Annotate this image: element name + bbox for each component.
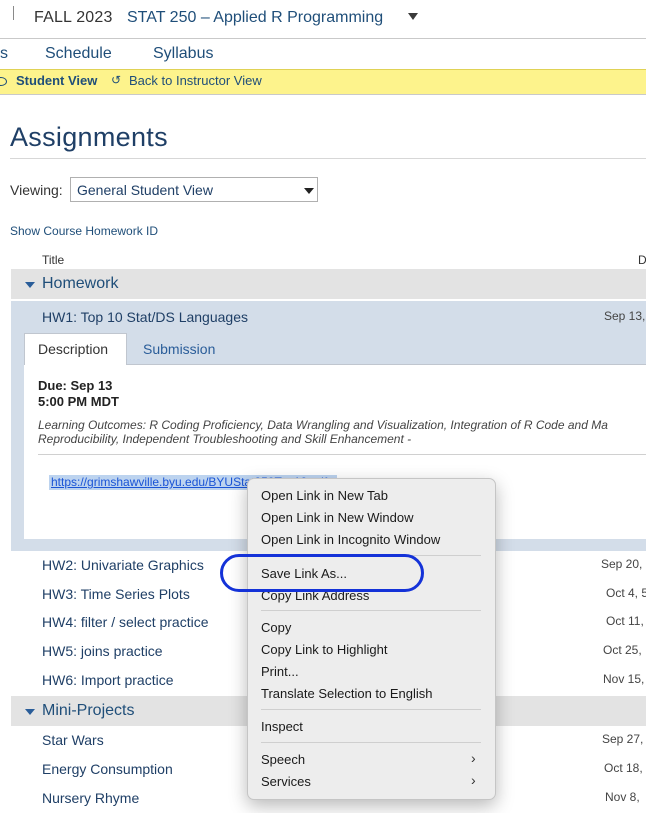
- caret-down-icon[interactable]: [25, 282, 35, 288]
- chevron-down-icon[interactable]: [304, 188, 314, 194]
- term-label: FALL 2023: [34, 9, 113, 26]
- menu-item-open-new-window[interactable]: Open Link in New Window: [261, 510, 413, 525]
- description-rule: [38, 454, 646, 455]
- assignment-date: Sep 27,: [602, 732, 644, 746]
- due-time: 5:00 PM MDT: [38, 394, 119, 409]
- menu-item-copy[interactable]: Copy: [261, 620, 291, 635]
- assignment-title[interactable]: Energy Consumption: [42, 761, 173, 777]
- assignment-date: Oct 11, 5: [606, 614, 646, 628]
- assignment-title[interactable]: Star Wars: [42, 732, 104, 748]
- viewing-select-value[interactable]: General Student View: [77, 182, 213, 198]
- assignment-title[interactable]: Nursery Rhyme: [42, 790, 139, 806]
- assignment-date: Nov 8,: [605, 790, 640, 804]
- assignment-title[interactable]: HW5: joins practice: [42, 643, 163, 659]
- assignment-date: Nov 15,: [603, 672, 645, 686]
- assignment-title[interactable]: HW4: filter / select practice: [42, 614, 209, 630]
- tab-submission[interactable]: Submission: [143, 341, 215, 357]
- menu-item-copy-link-to-highlight[interactable]: Copy Link to Highlight: [261, 642, 387, 657]
- assignment-title[interactable]: HW1: Top 10 Stat/DS Languages: [42, 309, 248, 325]
- header-divider: [13, 6, 14, 20]
- learning-outcomes: Learning Outcomes: R Coding Proficiency,…: [38, 418, 608, 446]
- chevron-right-icon: ›: [471, 750, 476, 766]
- column-header-date: D: [638, 253, 646, 267]
- menu-item-inspect[interactable]: Inspect: [261, 719, 303, 734]
- nav-item-partial[interactable]: s: [0, 45, 8, 63]
- assignment-date: Sep 13,: [604, 309, 646, 323]
- assignment-date: Oct 25,: [603, 643, 642, 657]
- assignment-title[interactable]: HW3: Time Series Plots: [42, 586, 190, 602]
- menu-item-speech[interactable]: Speech: [261, 752, 305, 767]
- student-view-label: Student View: [16, 73, 98, 88]
- assignment-date: Oct 4, 5: [606, 586, 646, 600]
- menu-item-services[interactable]: Services: [261, 774, 311, 789]
- menu-separator: [261, 709, 481, 710]
- menu-item-translate[interactable]: Translate Selection to English: [261, 686, 433, 701]
- nav-item-schedule[interactable]: Schedule: [45, 45, 112, 63]
- menu-separator: [261, 742, 481, 743]
- column-header-title: Title: [42, 253, 65, 267]
- chevron-right-icon: ›: [471, 772, 476, 788]
- group-label[interactable]: Homework: [42, 275, 118, 293]
- menu-separator: [261, 610, 481, 611]
- nav-item-syllabus[interactable]: Syllabus: [153, 45, 213, 63]
- tab-description-label[interactable]: Description: [38, 341, 108, 357]
- assignment-date: Sep 20,: [601, 557, 643, 571]
- group-label[interactable]: Mini-Projects: [42, 702, 134, 720]
- assignment-date: Oct 18,: [604, 761, 643, 775]
- tab-rule: [127, 364, 646, 365]
- back-to-instructor-link[interactable]: Back to Instructor View: [129, 73, 262, 88]
- caret-down-icon[interactable]: [25, 709, 35, 715]
- highlight-callout: [220, 554, 424, 592]
- chevron-down-icon[interactable]: [408, 13, 418, 20]
- menu-item-open-incognito[interactable]: Open Link in Incognito Window: [261, 532, 440, 547]
- header-rule: [0, 38, 646, 39]
- show-homework-id-link[interactable]: Show Course Homework ID: [10, 224, 158, 238]
- menu-item-print[interactable]: Print...: [261, 664, 299, 679]
- page-title: Assignments: [10, 122, 168, 152]
- assignment-title[interactable]: HW6: Import practice: [42, 672, 173, 688]
- course-title[interactable]: STAT 250 – Applied R Programming: [127, 9, 383, 27]
- menu-item-open-new-tab[interactable]: Open Link in New Tab: [261, 488, 388, 503]
- viewing-label: Viewing:: [10, 182, 63, 198]
- title-rule: [10, 158, 646, 159]
- assignment-title[interactable]: HW2: Univariate Graphics: [42, 557, 204, 573]
- due-date: Due: Sep 13: [38, 378, 113, 393]
- undo-icon: ↺: [111, 73, 122, 87]
